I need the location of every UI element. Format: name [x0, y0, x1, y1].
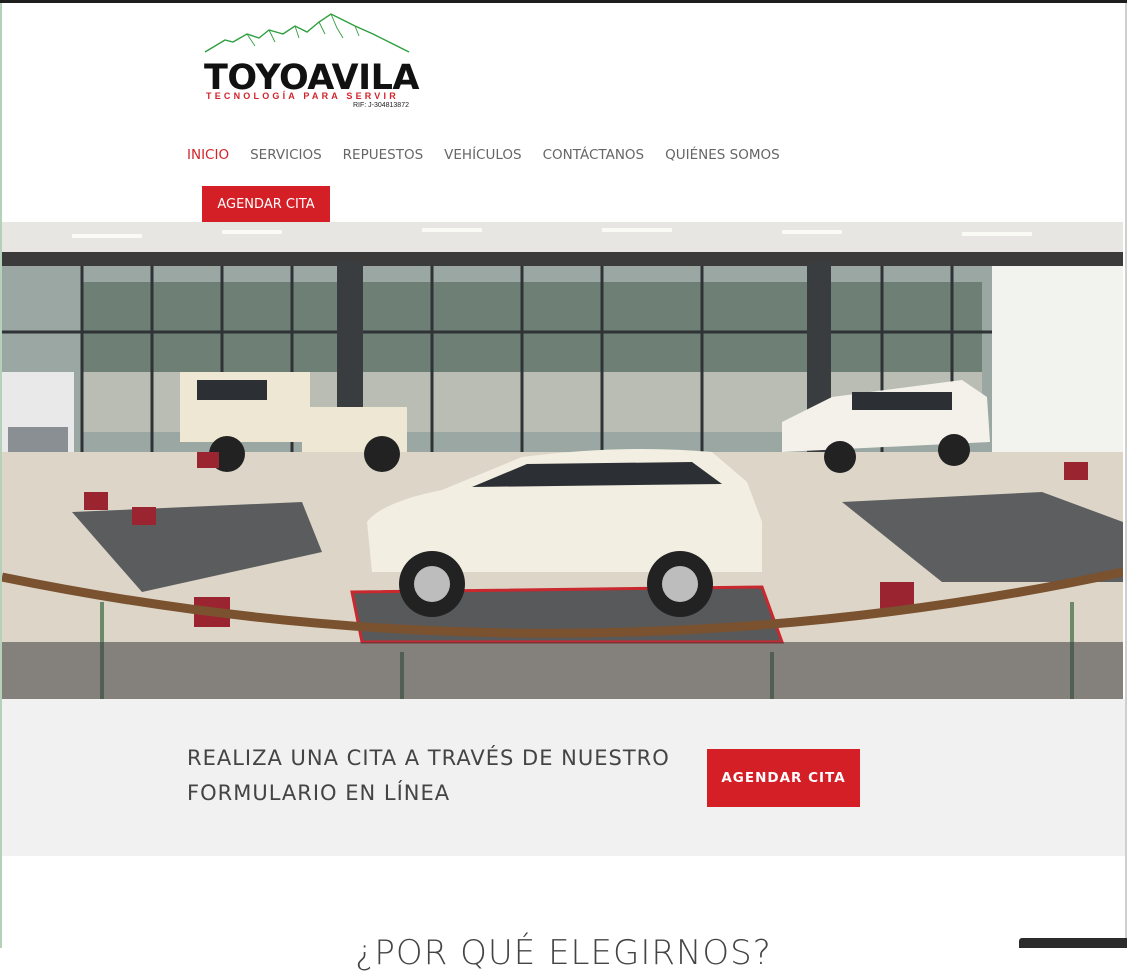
nav-item-repuestos[interactable]: REPUESTOS: [343, 147, 423, 167]
brand-logo[interactable]: TOYOAVILA TECNOLOGÍA PARA SERVIR RIF: J-…: [203, 12, 420, 114]
nav-item-quienes-somos[interactable]: QUIÉNES SOMOS: [665, 147, 780, 167]
nav-item-inicio[interactable]: INICIO: [187, 147, 229, 167]
cta-text-line2: FORMULARIO EN LÍNEA: [187, 781, 451, 805]
main-nav: INICIO SERVICIOS REPUESTOS VEHÍCULOS CON…: [187, 147, 801, 167]
showroom-illustration: [2, 222, 1123, 699]
nav-item-servicios[interactable]: SERVICIOS: [250, 147, 322, 167]
cta-text: REALIZA UNA CITA A TRAVÉS DE NUESTRO FOR…: [187, 741, 687, 811]
chat-widget-tab[interactable]: [1019, 938, 1127, 948]
hero-image: [2, 222, 1123, 699]
section-title: ¿POR QUÉ ELEGIRNOS?: [355, 933, 772, 973]
brand-rif: RIF: J-304813872: [352, 102, 409, 109]
cta-band: REALIZA UNA CITA A TRAVÉS DE NUESTRO FOR…: [2, 699, 1125, 856]
top-border: [0, 0, 1127, 3]
mountain-logo-icon: [204, 13, 410, 53]
agendar-cita-nav-button[interactable]: AGENDAR CITA: [202, 186, 330, 222]
nav-item-vehiculos[interactable]: VEHÍCULOS: [444, 147, 521, 167]
nav-item-contactanos[interactable]: CONTÁCTANOS: [543, 147, 645, 167]
cta-text-line1: REALIZA UNA CITA A TRAVÉS DE NUESTRO: [187, 746, 670, 770]
brand-tagline: TECNOLOGÍA PARA SERVIR: [206, 91, 399, 101]
agendar-cita-cta-button[interactable]: AGENDAR CITA: [707, 749, 860, 807]
